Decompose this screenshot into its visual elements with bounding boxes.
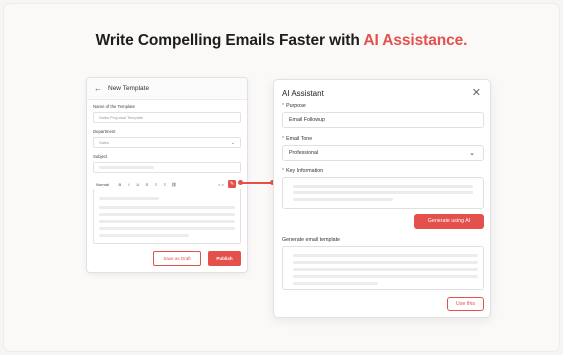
purpose-label: * Purpose: [282, 103, 306, 109]
template-name-label: Name of the Template: [93, 104, 135, 109]
chevron-down-icon: ⌄: [230, 140, 235, 146]
headline-accent: AI Assistance.: [363, 32, 468, 49]
magic-pen-icon[interactable]: ✎: [228, 180, 236, 188]
template-card-header: ← New Template: [87, 78, 247, 100]
purpose-value: Email Followup: [289, 117, 325, 123]
department-label: Department: [93, 129, 116, 134]
purpose-input[interactable]: Email Followup: [282, 112, 484, 128]
textarea-placeholder-line: [293, 191, 473, 194]
key-information-label: * Key Information: [282, 168, 323, 174]
code-icon[interactable]: < >: [218, 182, 224, 187]
department-select[interactable]: Sales ⌄: [93, 137, 241, 148]
editor-placeholder-line: [99, 220, 235, 223]
underline-icon[interactable]: U: [135, 182, 141, 187]
department-value: Sales: [99, 140, 110, 145]
subject-placeholder-bar: [99, 166, 154, 169]
textarea-placeholder-line: [293, 185, 473, 188]
strikethrough-icon[interactable]: S: [144, 182, 150, 187]
editor-placeholder-line: [99, 197, 159, 200]
email-tone-label: * Email Tone: [282, 136, 312, 142]
output-placeholder-line: [293, 261, 478, 264]
save-draft-button[interactable]: Save as Draft: [153, 251, 201, 266]
editor-placeholder-line: [99, 213, 235, 216]
required-marker: *: [282, 168, 285, 174]
email-tone-select[interactable]: Professional ⌄: [282, 145, 484, 161]
align-icon[interactable]: ≡: [162, 182, 168, 187]
publish-button[interactable]: Publish: [208, 251, 241, 266]
output-placeholder-line: [293, 282, 378, 285]
purpose-label-text: Purpose: [286, 103, 306, 109]
page-headline: Write Compelling Emails Faster with AI A…: [0, 32, 563, 50]
connector-line: [240, 182, 273, 184]
textarea-placeholder-line: [293, 198, 393, 201]
use-this-button[interactable]: Use this: [447, 297, 484, 311]
template-name-placeholder: Sales Proposal Template: [99, 115, 144, 120]
link-icon[interactable]: ⛓: [171, 182, 177, 187]
back-arrow-icon[interactable]: ←: [94, 84, 102, 93]
body-editor[interactable]: [93, 189, 241, 244]
editor-placeholder-line: [99, 234, 189, 237]
email-tone-value: Professional: [289, 150, 319, 156]
italic-icon[interactable]: I: [126, 182, 132, 187]
generated-template-output: [282, 246, 484, 290]
key-information-textarea[interactable]: [282, 177, 484, 209]
ai-assistant-title: AI Assistant: [282, 89, 324, 98]
chevron-down-icon: ⌄: [469, 150, 475, 157]
generated-template-label: Generate email template: [282, 237, 341, 243]
ai-assistant-panel: AI Assistant ✕ * Purpose Email Followup *…: [273, 79, 491, 318]
template-card-title: New Template: [108, 85, 150, 92]
list-icon[interactable]: ≡: [153, 182, 159, 187]
required-marker: *: [282, 103, 285, 109]
editor-placeholder-line: [99, 227, 235, 230]
output-placeholder-line: [293, 275, 478, 278]
bold-icon[interactable]: B: [117, 182, 123, 187]
template-name-input[interactable]: Sales Proposal Template: [93, 112, 241, 123]
new-template-card: ← New Template Name of the Template Sale…: [86, 77, 248, 273]
required-marker: *: [282, 136, 285, 142]
subject-label: Subject: [93, 154, 108, 159]
output-placeholder-line: [293, 254, 478, 257]
text-style-select[interactable]: Normal: [96, 182, 109, 187]
close-icon[interactable]: ✕: [472, 86, 481, 99]
connector-dot-start: [238, 180, 243, 185]
key-information-label-text: Key Information: [286, 168, 324, 174]
editor-toolbar: Normal B I U S ≡ ≡ ⛓ < > ✎: [93, 179, 241, 189]
subject-input[interactable]: [93, 162, 241, 173]
generate-using-ai-button[interactable]: Generate using AI: [414, 214, 484, 229]
email-tone-label-text: Email Tone: [286, 136, 313, 142]
headline-text: Write Compelling Emails Faster with: [95, 32, 364, 49]
output-placeholder-line: [293, 268, 478, 271]
editor-placeholder-line: [99, 206, 235, 209]
